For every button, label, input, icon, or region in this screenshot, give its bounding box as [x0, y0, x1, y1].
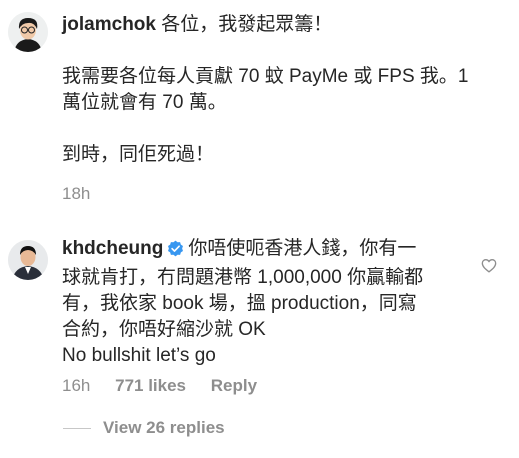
comment-first-line: 各位，我發起眾籌！ [155, 14, 333, 35]
comment-line: 有，我依家 book 場，搵 production，同寫 [62, 293, 417, 314]
avatar[interactable] [8, 240, 48, 280]
view-replies-label: View 26 replies [103, 418, 225, 437]
comment-line: 球就肯打，冇問題港幣 1,000,000 你贏輸都 [62, 267, 424, 288]
comment-line: 萬位就會有 70 萬。 [62, 92, 227, 113]
comment-line: No bullshit let’s go [62, 345, 216, 366]
avatar[interactable] [8, 12, 48, 52]
likes-count[interactable]: 771 likes [115, 376, 186, 395]
view-replies-button[interactable]: View 26 replies [63, 418, 225, 438]
comment-text: khdcheung 你唔使呃香港人錢，你有一 球就肯打，冇問題港幣 1,000,0… [62, 236, 482, 369]
comment-line: 到時，同佢死過！ [62, 144, 215, 165]
reply-button[interactable]: Reply [211, 376, 257, 395]
comment-meta: 16h 771 likes Reply [62, 376, 277, 396]
verified-badge-icon [167, 239, 184, 265]
comment-text: jolamchok 各位，我發起眾籌！ 我需要各位每人貢獻 70 蚊 PayMe… [62, 12, 512, 168]
comment-line: 合約，你唔好縮沙就 OK [62, 319, 266, 340]
comment-timestamp[interactable]: 16h [62, 376, 90, 395]
comment-username[interactable]: khdcheung [62, 238, 163, 259]
comment-meta: 18h [62, 184, 110, 204]
comment-username[interactable]: jolamchok [62, 14, 156, 35]
comment-timestamp[interactable]: 18h [62, 184, 90, 203]
comment-line: 我需要各位每人貢獻 70 蚊 PayMe 或 FPS 我。1 [62, 66, 469, 87]
heart-icon[interactable] [481, 258, 497, 278]
comment-line: 你唔使呃香港人錢，你有一 [188, 238, 417, 259]
divider [63, 427, 91, 429]
